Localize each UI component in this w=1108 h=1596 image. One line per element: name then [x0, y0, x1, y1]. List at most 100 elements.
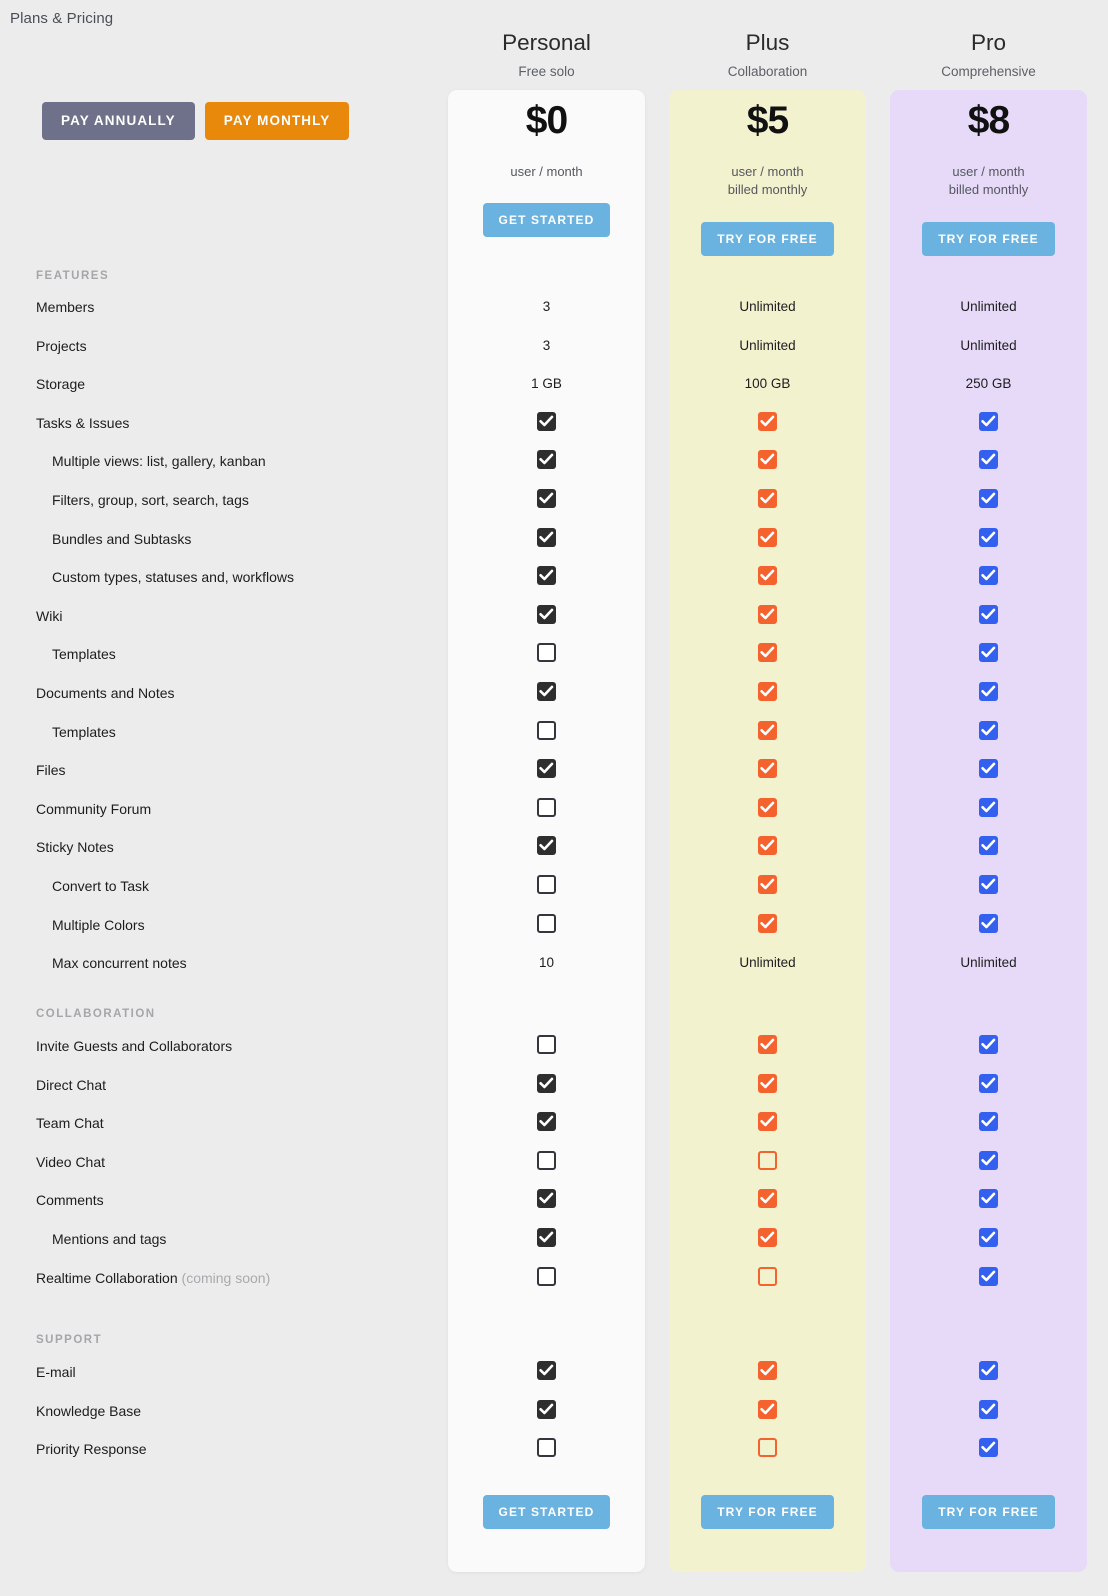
feature-cell [669, 1228, 866, 1247]
feature-cell [890, 720, 1087, 740]
feature-cell [669, 1112, 866, 1132]
feature-cell [669, 604, 866, 624]
feature-cell [448, 604, 645, 624]
checkbox-checked-icon [758, 566, 777, 586]
price-block-pro: $8 user / month billed monthly TRY FOR FR… [890, 99, 1087, 256]
feature-label: Projects [36, 337, 87, 354]
feature-cell [448, 489, 645, 508]
cta-top-wrap: GET STARTED [448, 203, 645, 238]
checkbox-checked-icon [537, 682, 556, 701]
checkbox-checked-icon [758, 875, 777, 894]
cta-top-pro[interactable]: TRY FOR FREE [922, 221, 1055, 256]
feature-cell [448, 1361, 645, 1380]
feature-label: Templates [52, 723, 116, 740]
feature-note: (coming soon) [177, 1269, 271, 1286]
feature-cell [669, 720, 866, 740]
checkbox-checked-icon [758, 913, 777, 933]
feature-cell [669, 566, 866, 586]
checkbox-checked-icon [979, 1035, 998, 1054]
checkbox-checked-icon [758, 450, 777, 470]
checkbox-checked-icon [979, 489, 998, 508]
checkbox-checked-icon [979, 1438, 998, 1458]
feature-label: Video Chat [36, 1153, 106, 1170]
feature-cell [890, 1112, 1087, 1132]
feature-cell: Unlimited [960, 337, 1017, 353]
plan-name: Personal [502, 30, 591, 55]
checkbox-unchecked-icon [758, 1150, 777, 1170]
feature-cell [890, 875, 1087, 894]
feature-cell [890, 527, 1087, 547]
price-note: user / month [510, 163, 583, 179]
feature-cell [890, 1266, 1087, 1286]
checkbox-unchecked-icon [537, 1150, 556, 1170]
cta-top-personal[interactable]: GET STARTED [482, 203, 611, 238]
checkbox-checked-icon [758, 1361, 777, 1380]
checkbox-checked-icon [537, 527, 556, 547]
checkbox-checked-icon [979, 1150, 998, 1170]
feature-cell [669, 1361, 866, 1380]
checkbox-checked-icon [979, 759, 998, 779]
checkbox-checked-icon [979, 1189, 998, 1209]
checkbox-checked-icon [758, 1189, 777, 1209]
feature-label: Invite Guests and Collaborators [36, 1038, 233, 1054]
checkbox-checked-icon [758, 643, 777, 663]
checkbox-checked-icon [758, 1112, 777, 1132]
plan-header-plus: Plus Collaboration [669, 30, 866, 79]
feature-cell [890, 450, 1087, 470]
feature-cell [448, 836, 645, 856]
feature-cell [890, 566, 1087, 586]
feature-cell [890, 682, 1087, 701]
feature-cell [448, 1438, 645, 1458]
checkbox-checked-icon [537, 1399, 556, 1419]
cta-bottom-wrap-plus: TRY FOR FREE [669, 1495, 866, 1529]
feature-cell [669, 643, 866, 663]
cta-bottom-pro[interactable]: TRY FOR FREE [922, 1495, 1055, 1529]
checkbox-checked-icon [758, 527, 777, 547]
checkbox-checked-icon [758, 836, 777, 856]
cta-bottom-plus[interactable]: TRY FOR FREE [701, 1495, 834, 1529]
pricing-page: Plans & Pricing PAY ANNUALLY PAY MONTHLY… [0, 0, 1108, 1596]
feature-group-heading: COLLABORATION [36, 1008, 156, 1020]
price-note: user / month billed monthly [727, 163, 808, 198]
feature-cell: 250 GB [965, 376, 1012, 392]
cta-bottom-personal[interactable]: GET STARTED [482, 1495, 611, 1529]
checkbox-checked-icon [537, 1073, 556, 1093]
feature-cell [448, 1399, 645, 1419]
cta-top-plus[interactable]: TRY FOR FREE [701, 221, 834, 256]
price-amount: $0 [525, 99, 568, 142]
plan-name: Plus [745, 30, 790, 55]
feature-label: Direct Chat [36, 1076, 107, 1093]
feature-cell [448, 1112, 645, 1132]
feature-label: Mentions and tags [52, 1231, 167, 1247]
feature-cell: Unlimited [960, 299, 1017, 314]
feature-label: Bundles and Subtasks [52, 530, 192, 547]
feature-cell [669, 1035, 866, 1054]
feature-cell [669, 797, 866, 817]
checkbox-checked-icon [537, 1189, 556, 1209]
checkbox-checked-icon [758, 797, 777, 817]
checkbox-unchecked-icon [537, 643, 556, 663]
checkbox-checked-icon [537, 1112, 556, 1132]
feature-cell: Unlimited [960, 955, 1017, 971]
feature-cell [448, 875, 645, 894]
feature-label: Wiki [36, 607, 63, 624]
cta-top-wrap: TRY FOR FREE [890, 221, 1087, 256]
feature-cell [448, 913, 645, 933]
feature-cell [448, 682, 645, 701]
feature-cell [669, 1073, 866, 1093]
checkbox-checked-icon [979, 720, 998, 740]
feature-cell [669, 527, 866, 547]
feature-label: Team Chat [36, 1115, 104, 1132]
cta-bottom-wrap-pro: TRY FOR FREE [890, 1495, 1087, 1529]
feature-cell [890, 913, 1087, 933]
feature-label: Sticky Notes [36, 839, 114, 856]
feature-label: Community Forum [36, 800, 152, 817]
feature-group-heading: FEATURES [36, 270, 110, 282]
checkbox-checked-icon [758, 682, 777, 701]
feature-cell [448, 759, 645, 779]
feature-cell [890, 1228, 1087, 1247]
price-block-personal: $0 user / month GET STARTED [448, 99, 645, 238]
feature-cell [669, 1150, 866, 1170]
plan-header-pro: Pro Comprehensive [890, 30, 1087, 79]
feature-label: Documents and Notes [36, 685, 175, 701]
